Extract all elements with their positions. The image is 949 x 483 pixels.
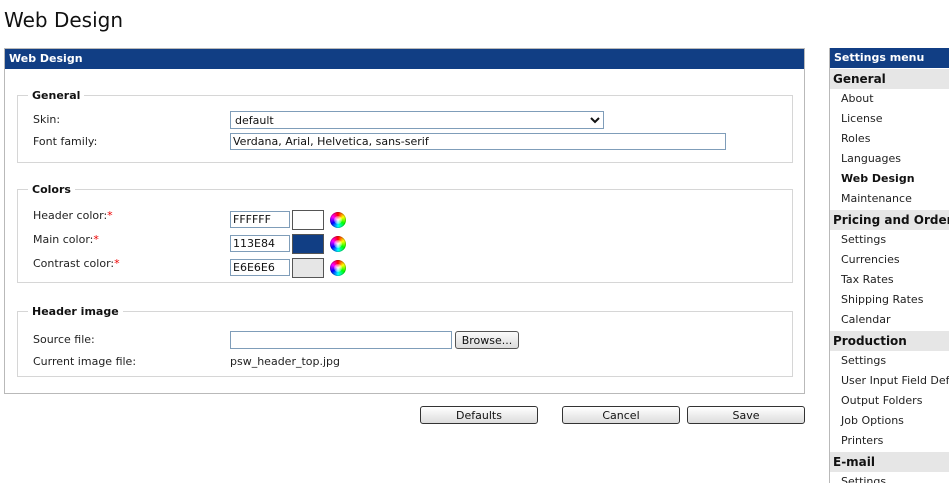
source-file-label: Source file: [33,333,95,346]
menu-item-tax-rates[interactable]: Tax Rates [830,270,949,290]
menu-item-job-options[interactable]: Job Options [830,411,949,431]
cancel-button[interactable]: Cancel [562,406,680,424]
contrast-color-swatch [292,258,324,278]
header-color-swatch [292,210,324,230]
skin-label: Skin: [33,113,61,126]
menu-item-web-design[interactable]: Web Design [830,169,949,189]
panel-header: Web Design [5,49,804,69]
required-mark: * [93,233,99,246]
menu-item-email-settings[interactable]: Settings [830,472,949,483]
settings-menu-title: Settings menu [830,48,949,68]
browse-button[interactable]: Browse... [455,331,519,349]
contrast-color-control [230,258,346,278]
menu-item-languages[interactable]: Languages [830,149,949,169]
menu-item-currencies[interactable]: Currencies [830,250,949,270]
header-color-control [230,210,346,230]
source-file-input[interactable] [230,331,452,349]
menu-section-email: E-mail [830,451,949,472]
current-image-value: psw_header_top.jpg [230,355,341,368]
menu-item-production-settings[interactable]: Settings [830,351,949,371]
settings-menu: Settings menu General About License Role… [829,48,949,483]
menu-section-general: General [830,68,949,89]
current-image-label: Current image file: [33,355,137,368]
menu-item-license[interactable]: License [830,109,949,129]
color-wheel-icon[interactable] [330,260,346,276]
menu-item-calendar[interactable]: Calendar [830,310,949,330]
general-legend: General [32,89,81,102]
main-color-label: Main color:* [33,233,99,246]
menu-item-roles[interactable]: Roles [830,129,949,149]
header-image-legend: Header image [32,305,119,318]
general-fieldset: General Skin: default Font family: [17,89,793,163]
contrast-color-input[interactable] [230,259,290,276]
menu-item-user-input-fields[interactable]: User Input Field Definitions [830,371,949,391]
color-wheel-icon[interactable] [330,212,346,228]
colors-fieldset: Colors Header color:* Main color:* Contr… [17,183,793,283]
defaults-button[interactable]: Defaults [420,406,538,424]
header-color-input[interactable] [230,211,290,228]
color-wheel-icon[interactable] [330,236,346,252]
menu-item-pricing-settings[interactable]: Settings [830,230,949,250]
menu-section-pricing: Pricing and Ordering [830,209,949,230]
contrast-color-label: Contrast color:* [33,257,120,270]
header-color-label: Header color:* [33,209,113,222]
menu-item-printers[interactable]: Printers [830,431,949,451]
font-family-label: Font family: [33,135,98,148]
menu-section-production: Production [830,330,949,351]
main-color-control [230,234,346,254]
skin-select[interactable]: default [230,111,604,129]
web-design-panel: Web Design General Skin: default Font fa… [4,48,805,394]
required-mark: * [107,209,113,222]
menu-item-about[interactable]: About [830,89,949,109]
menu-item-maintenance[interactable]: Maintenance [830,189,949,209]
page-title: Web Design [4,8,124,32]
required-mark: * [114,257,120,270]
main-color-swatch [292,234,324,254]
header-image-fieldset: Header image Source file: Browse... Curr… [17,305,793,377]
menu-item-shipping-rates[interactable]: Shipping Rates [830,290,949,310]
colors-legend: Colors [32,183,71,196]
save-button[interactable]: Save [687,406,805,424]
font-family-input[interactable] [230,133,726,150]
main-color-input[interactable] [230,235,290,252]
menu-item-output-folders[interactable]: Output Folders [830,391,949,411]
